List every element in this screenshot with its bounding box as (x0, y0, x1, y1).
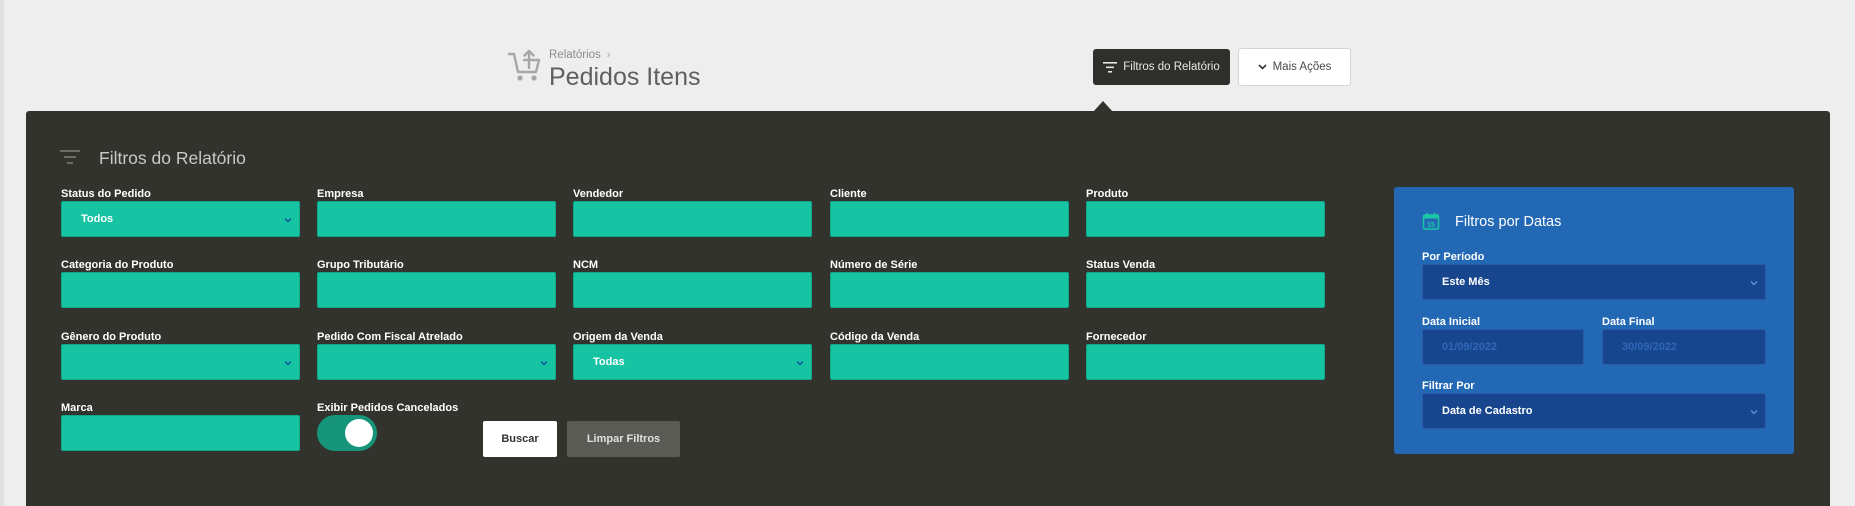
marca-field: Marca (61, 401, 300, 451)
more-actions-button[interactable]: Mais Ações (1238, 48, 1351, 86)
ncm-label: NCM (573, 259, 599, 271)
filtrar-por-value: Data de Cadastro (1442, 405, 1533, 417)
vendedor-field: Vendedor (573, 187, 812, 237)
clear-filters-button[interactable]: Limpar Filtros (567, 421, 680, 457)
vendedor-input[interactable] (573, 201, 812, 237)
svg-text:15: 15 (1427, 222, 1435, 229)
grupo-tributario-field: Grupo Tributário (317, 258, 556, 308)
chevron-down-icon (540, 360, 548, 366)
pedido-fiscal-select[interactable] (317, 344, 556, 380)
status-pedido-label: Status do Pedido (61, 188, 151, 200)
status-venda-input[interactable] (1086, 272, 1325, 308)
empresa-input[interactable] (317, 201, 556, 237)
empresa-field: Empresa (317, 187, 556, 237)
chevron-down-icon (1750, 409, 1758, 415)
categoria-produto-field: Categoria do Produto (61, 258, 300, 308)
exibir-cancelados-label: Exibir Pedidos Cancelados (317, 402, 459, 414)
vendedor-label: Vendedor (573, 188, 624, 200)
marca-label: Marca (61, 402, 93, 414)
por-periodo-value: Este Mês (1442, 276, 1490, 288)
cliente-label: Cliente (830, 188, 867, 200)
codigo-venda-input[interactable] (830, 344, 1069, 380)
por-periodo-select[interactable]: Este Mês (1422, 264, 1766, 300)
page-title: Pedidos Itens (549, 63, 701, 91)
data-final-field: Data Final 30/09/2022 (1602, 315, 1766, 365)
data-inicial-field: Data Inicial 01/09/2022 (1422, 315, 1584, 365)
data-final-placeholder: 30/09/2022 (1622, 341, 1678, 353)
breadcrumb: Relatórios › (549, 49, 610, 61)
codigo-venda-label: Código da Venda (830, 331, 920, 343)
genero-produto-select[interactable] (61, 344, 300, 380)
categoria-produto-input[interactable] (61, 272, 300, 308)
search-button[interactable]: Buscar (483, 421, 557, 457)
pedido-fiscal-label: Pedido Com Fiscal Atrelado (317, 331, 463, 343)
data-final-input[interactable]: 30/09/2022 (1602, 329, 1766, 365)
left-edge-strip (0, 0, 4, 506)
origem-venda-select[interactable]: Todas (573, 344, 812, 380)
report-filters-button[interactable]: Filtros do Relatório (1093, 49, 1230, 85)
fornecedor-label: Fornecedor (1086, 331, 1147, 343)
grupo-tributario-input[interactable] (317, 272, 556, 308)
codigo-venda-field: Código da Venda (830, 330, 1069, 380)
marca-input[interactable] (61, 415, 300, 451)
date-filters-panel: 15 Filtros por Datas Por Período Este Mê… (1394, 187, 1794, 454)
report-filters-panel: Filtros do Relatório Status do Pedido To… (26, 111, 1830, 506)
categoria-produto-label: Categoria do Produto (61, 259, 174, 271)
empresa-label: Empresa (317, 188, 364, 200)
cart-upload-icon (507, 49, 541, 81)
breadcrumb-separator: › (606, 49, 611, 61)
por-periodo-field: Por Período Este Mês (1422, 250, 1766, 300)
panel-title: Filtros do Relatório (99, 148, 246, 168)
produto-label: Produto (1086, 188, 1129, 200)
pedido-fiscal-field: Pedido Com Fiscal Atrelado (317, 330, 556, 380)
date-filters-title: Filtros por Datas (1455, 214, 1562, 230)
numero-serie-label: Número de Série (830, 259, 918, 271)
exibir-cancelados-field: Exibir Pedidos Cancelados (317, 401, 556, 415)
fornecedor-field: Fornecedor (1086, 330, 1325, 380)
data-inicial-placeholder: 01/09/2022 (1442, 341, 1498, 353)
ncm-field: NCM (573, 258, 812, 308)
status-pedido-select[interactable]: Todos (61, 201, 300, 237)
numero-serie-field: Número de Série (830, 258, 1069, 308)
chevron-down-icon (1258, 64, 1267, 70)
genero-produto-field: Gênero do Produto (61, 330, 300, 380)
filtrar-por-select[interactable]: Data de Cadastro (1422, 393, 1766, 429)
chevron-down-icon (284, 217, 292, 223)
toggle-knob (345, 419, 373, 447)
filtrar-por-label: Filtrar Por (1422, 380, 1475, 392)
produto-input[interactable] (1086, 201, 1325, 237)
cliente-input[interactable] (830, 201, 1069, 237)
exibir-cancelados-toggle[interactable] (317, 415, 377, 451)
status-venda-field: Status Venda (1086, 258, 1325, 308)
data-inicial-label: Data Inicial (1422, 316, 1481, 328)
data-final-label: Data Final (1602, 316, 1655, 328)
filtrar-por-field: Filtrar Por Data de Cadastro (1422, 379, 1766, 429)
origem-venda-label: Origem da Venda (573, 331, 663, 343)
status-venda-label: Status Venda (1086, 259, 1156, 271)
status-pedido-field: Status do Pedido Todos (61, 187, 300, 237)
chevron-down-icon (1750, 280, 1758, 286)
genero-produto-label: Gênero do Produto (61, 331, 162, 343)
chevron-down-icon (796, 360, 804, 366)
numero-serie-input[interactable] (830, 272, 1069, 308)
por-periodo-label: Por Período (1422, 251, 1485, 263)
filter-icon (1103, 61, 1118, 73)
calendar-icon: 15 (1422, 212, 1440, 230)
data-inicial-input[interactable]: 01/09/2022 (1422, 329, 1584, 365)
status-pedido-value: Todos (81, 213, 114, 225)
origem-venda-field: Origem da Venda Todas (573, 330, 812, 380)
filter-icon (60, 150, 80, 164)
ncm-input[interactable] (573, 272, 812, 308)
more-actions-button-label: Mais Ações (1272, 61, 1332, 73)
report-filters-button-label: Filtros do Relatório (1123, 61, 1220, 73)
breadcrumb-link-relatorios[interactable]: Relatórios (549, 49, 601, 61)
fornecedor-input[interactable] (1086, 344, 1325, 380)
chevron-down-icon (284, 360, 292, 366)
origem-venda-value: Todas (593, 356, 625, 368)
cliente-field: Cliente (830, 187, 1069, 237)
grupo-tributario-label: Grupo Tributário (317, 259, 404, 271)
produto-field: Produto (1086, 187, 1325, 237)
